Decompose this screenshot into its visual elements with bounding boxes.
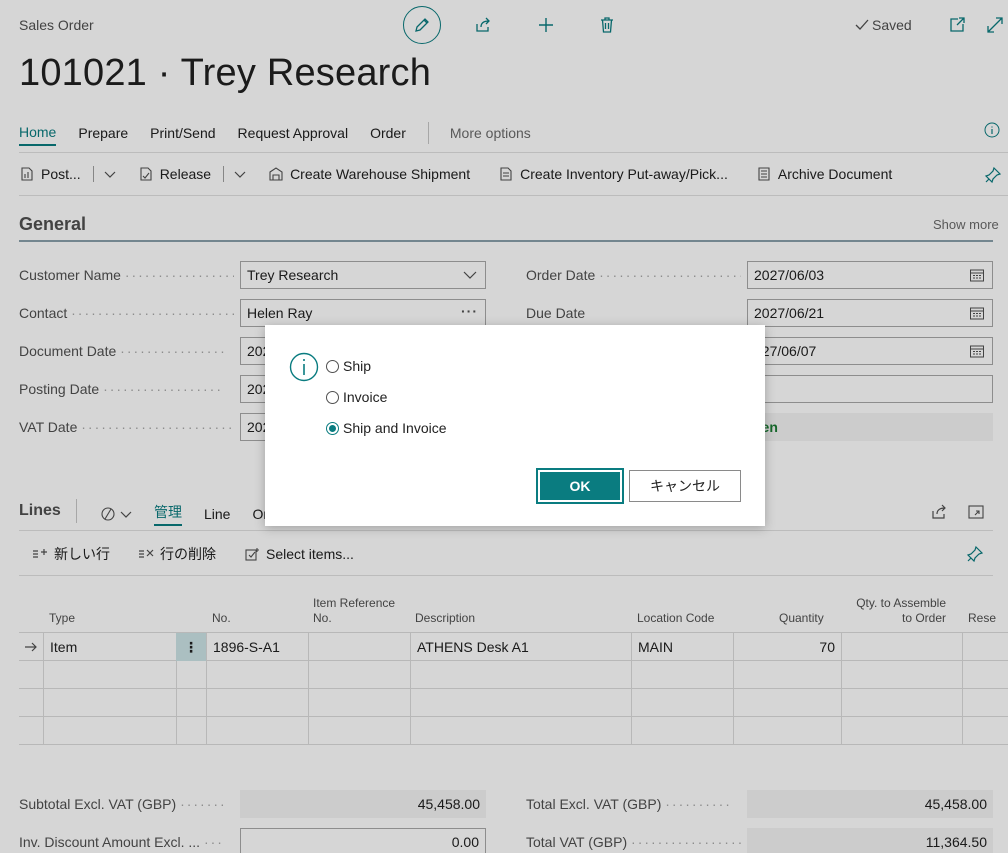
cancel-button[interactable]: キャンセル bbox=[629, 470, 741, 502]
option-ship-label: Ship bbox=[343, 358, 372, 374]
radio-invoice[interactable] bbox=[326, 390, 339, 404]
ok-button[interactable]: OK bbox=[536, 468, 624, 504]
post-options-dialog: Ship Invoice Ship and Invoice OK キャンセル bbox=[265, 325, 765, 526]
option-ship-and-invoice-label: Ship and Invoice bbox=[343, 420, 447, 436]
info-icon bbox=[289, 352, 319, 382]
option-invoice-label: Invoice bbox=[343, 389, 388, 405]
option-ship[interactable]: Ship bbox=[326, 358, 371, 374]
option-ship-and-invoice[interactable]: Ship and Invoice bbox=[326, 420, 447, 436]
option-invoice[interactable]: Invoice bbox=[326, 389, 387, 405]
radio-ship-and-invoice[interactable] bbox=[326, 421, 339, 435]
radio-ship[interactable] bbox=[326, 359, 339, 373]
